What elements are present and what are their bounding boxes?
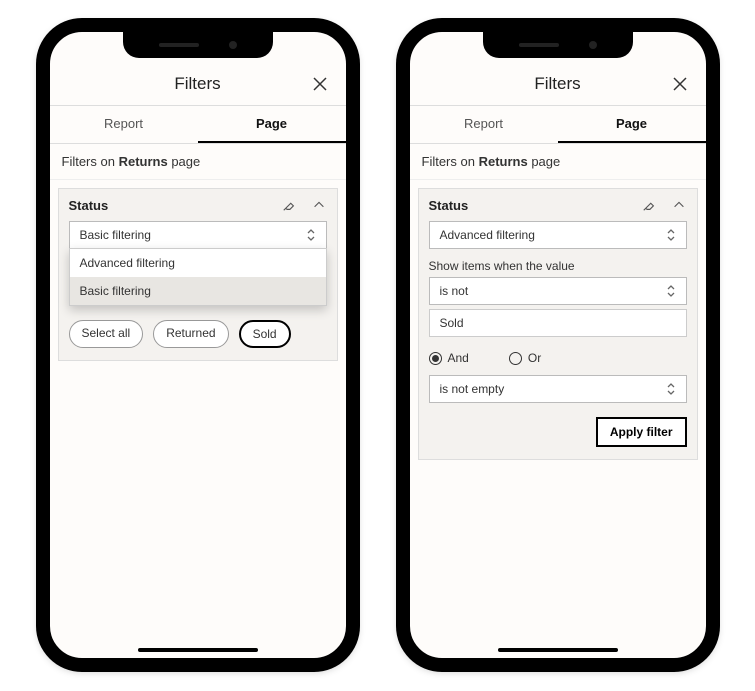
home-indicator <box>138 648 258 652</box>
filter-chips: Select all Returned Sold <box>69 320 327 348</box>
filters-subhead: Filters on Returns page <box>50 144 346 180</box>
phone-mockup-advanced: Filters Report Page Filters on Returns p… <box>398 20 718 670</box>
close-button[interactable] <box>308 72 332 96</box>
clear-filter-button[interactable] <box>281 197 297 213</box>
tabs: Report Page <box>50 106 346 144</box>
chip-sold[interactable]: Sold <box>239 320 291 348</box>
close-icon <box>672 76 688 92</box>
value1-input[interactable]: Sold <box>429 309 687 337</box>
chevron-up-icon <box>312 198 326 212</box>
clear-filter-button[interactable] <box>641 197 657 213</box>
tabs: Report Page <box>410 106 706 144</box>
radio-or[interactable]: Or <box>509 351 541 365</box>
chip-select-all[interactable]: Select all <box>69 320 144 348</box>
radio-dot-icon <box>509 352 522 365</box>
dropdown-option-basic[interactable]: Basic filtering <box>70 277 326 305</box>
logic-radios: And Or <box>429 351 687 365</box>
phone-notch <box>123 32 273 58</box>
collapse-button[interactable] <box>311 197 327 213</box>
radio-and[interactable]: And <box>429 351 469 365</box>
condition2-value: is not empty <box>440 382 505 396</box>
condition1-value: is not <box>440 284 469 298</box>
sort-icon <box>306 228 316 242</box>
filter-type-value: Basic filtering <box>80 228 151 242</box>
dropdown-option-advanced[interactable]: Advanced filtering <box>70 249 326 277</box>
home-indicator <box>498 648 618 652</box>
page-title: Filters <box>174 74 220 94</box>
tab-report[interactable]: Report <box>410 106 558 143</box>
filters-subhead: Filters on Returns page <box>410 144 706 180</box>
collapse-button[interactable] <box>671 197 687 213</box>
filter-type-value: Advanced filtering <box>440 228 535 242</box>
show-items-label: Show items when the value <box>429 259 687 273</box>
eraser-icon <box>642 198 656 212</box>
tab-report[interactable]: Report <box>50 106 198 143</box>
chip-returned[interactable]: Returned <box>153 320 228 348</box>
tab-page[interactable]: Page <box>558 106 706 143</box>
phone-notch <box>483 32 633 58</box>
sort-icon <box>666 382 676 396</box>
close-button[interactable] <box>668 72 692 96</box>
close-icon <box>312 76 328 92</box>
filter-card-title: Status <box>69 198 109 213</box>
filter-type-select[interactable]: Advanced filtering <box>429 221 687 249</box>
page-title: Filters <box>534 74 580 94</box>
chevron-up-icon <box>672 198 686 212</box>
sort-icon <box>666 284 676 298</box>
titlebar: Filters <box>50 62 346 106</box>
titlebar: Filters <box>410 62 706 106</box>
sort-icon <box>666 228 676 242</box>
condition1-select[interactable]: is not <box>429 277 687 305</box>
apply-filter-button[interactable]: Apply filter <box>596 417 687 447</box>
condition2-select[interactable]: is not empty <box>429 375 687 403</box>
filter-type-select[interactable]: Basic filtering <box>69 221 327 249</box>
tab-page[interactable]: Page <box>198 106 346 143</box>
eraser-icon <box>282 198 296 212</box>
radio-dot-icon <box>429 352 442 365</box>
filter-card-status: Status Advanced filtering Show items whe… <box>418 188 698 460</box>
filter-card-status: Status Basic filtering Advanced filterin <box>58 188 338 361</box>
filter-type-dropdown: Advanced filtering Basic filtering <box>69 248 327 306</box>
phone-mockup-basic: Filters Report Page Filters on Returns p… <box>38 20 358 670</box>
filter-card-title: Status <box>429 198 469 213</box>
